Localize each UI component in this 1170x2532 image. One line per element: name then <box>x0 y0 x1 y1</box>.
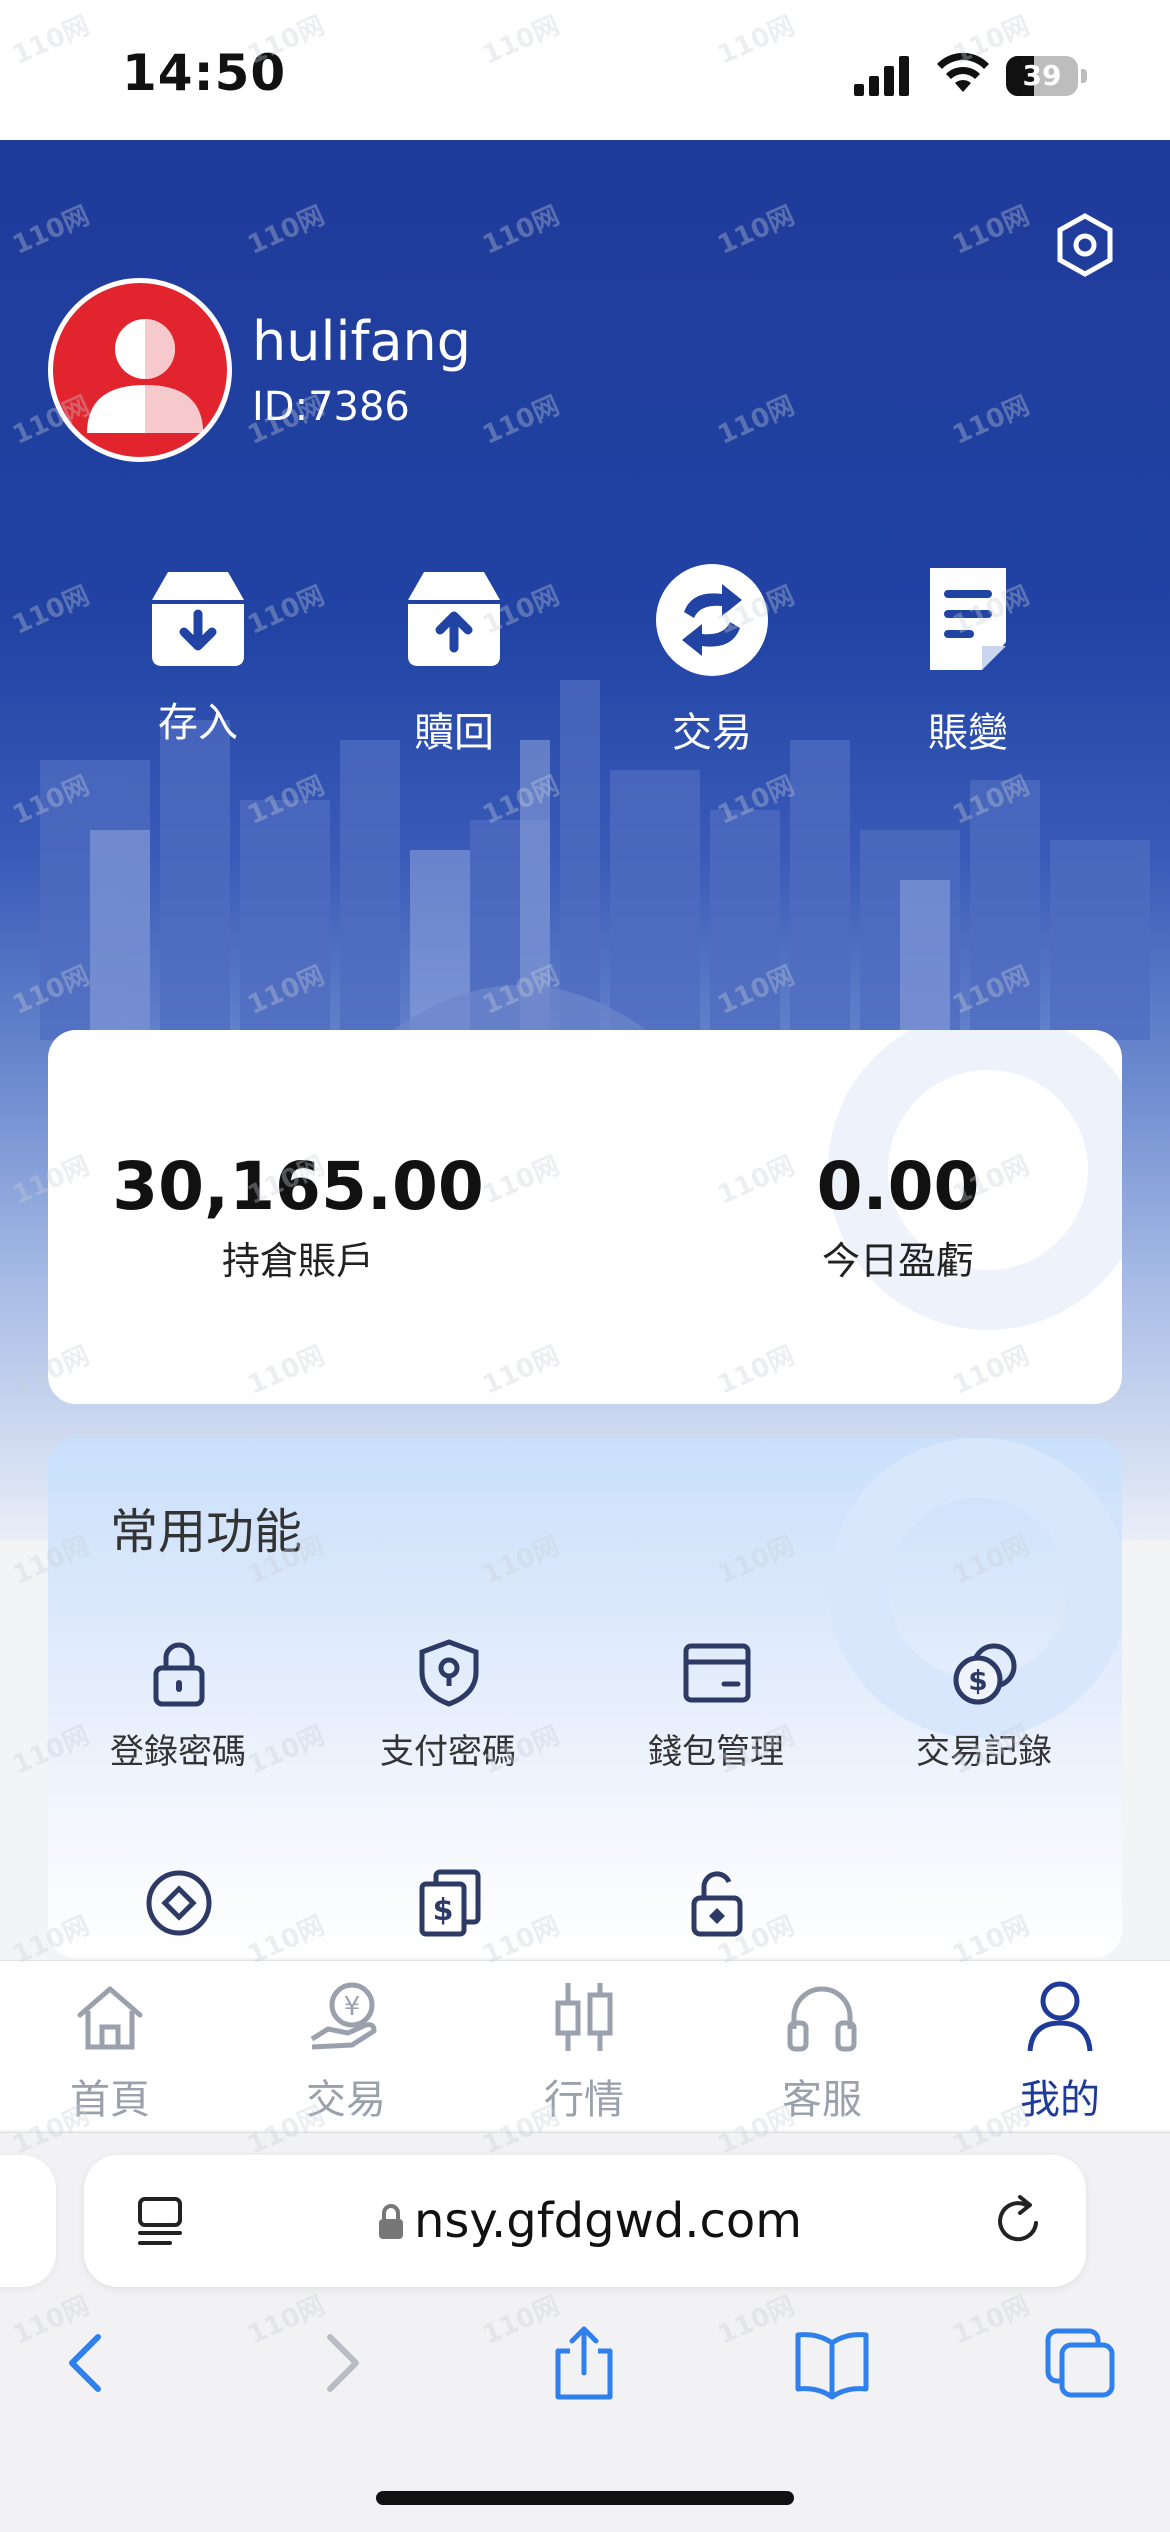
bottom-tab-bar: 首頁 ¥ 交易 行情 客服 我的 <box>0 1960 1170 2130</box>
browser-toolbar: nsy.gfdgwd.com <box>0 2132 1170 2532</box>
svg-text:$: $ <box>968 1664 987 1697</box>
document-icon <box>930 568 1006 670</box>
candlestick-icon <box>555 1983 613 2051</box>
address-bar[interactable]: nsy.gfdgwd.com <box>84 2155 1086 2287</box>
trade-records-button[interactable]: $ 交易記錄 <box>854 1638 1114 1798</box>
tab-trade[interactable]: ¥ 交易 <box>246 1979 446 2129</box>
username: hulifang <box>252 310 472 373</box>
svg-text:$: $ <box>433 1893 454 1928</box>
login-password-button[interactable]: 登錄密碼 <box>48 1638 308 1798</box>
reload-icon[interactable] <box>990 2193 1046 2249</box>
headset-icon <box>787 1986 857 2052</box>
withdraw-tray-icon <box>408 572 500 666</box>
section-title: 常用功能 <box>110 1504 303 1560</box>
user-silhouette-icon <box>87 319 203 433</box>
tab-label: 客服 <box>782 2077 862 2123</box>
lock-icon <box>379 2204 403 2239</box>
url-text: nsy.gfdgwd.com <box>414 2193 803 2249</box>
home-icon <box>77 1986 143 2050</box>
quick-action-label: 交易 <box>672 710 752 756</box>
quick-action-label: 贖回 <box>414 710 494 756</box>
quick-action-ledger[interactable]: 賬變 <box>878 560 1058 760</box>
forward-icon[interactable] <box>300 2323 380 2403</box>
today-pnl-label: 今日盈虧 <box>821 1239 974 1283</box>
user-id: ID:7386 <box>252 384 410 430</box>
quick-action-label: 賬變 <box>928 710 1008 756</box>
tab-mine[interactable]: 我的 <box>960 1979 1160 2129</box>
common-functions-card: 常用功能 登錄密碼 支付密碼 錢包管理 $ 交易記錄 $ <box>48 1438 1122 1958</box>
coins-icon: $ <box>953 1643 1017 1705</box>
previous-tab-peek[interactable] <box>0 2155 56 2287</box>
home-indicator[interactable] <box>376 2491 794 2505</box>
settings-hexagon-icon[interactable] <box>1052 212 1118 278</box>
quick-action-withdraw[interactable]: 贖回 <box>364 560 544 760</box>
quick-action-deposit[interactable]: 存入 <box>108 560 288 760</box>
bookmarks-icon[interactable] <box>792 2323 872 2403</box>
wallet-management-button[interactable]: 錢包管理 <box>586 1638 846 1798</box>
battery-percent: 39 <box>1022 59 1062 92</box>
svg-text:¥: ¥ <box>344 1992 361 2022</box>
lock-icon <box>153 1642 205 1707</box>
tab-label: 我的 <box>1020 2077 1100 2123</box>
back-icon[interactable] <box>48 2323 128 2403</box>
tab-support[interactable]: 客服 <box>722 1979 922 2129</box>
function-label: 登錄密碼 <box>110 1732 246 1772</box>
status-bar: 14:50 39 <box>0 0 1170 140</box>
tab-label: 交易 <box>306 2077 386 2123</box>
tab-label: 首頁 <box>70 2077 150 2123</box>
quick-action-trade[interactable]: 交易 <box>622 560 802 760</box>
today-pnl-value: 0.00 <box>816 1148 980 1225</box>
share-icon[interactable] <box>544 2323 624 2403</box>
bill-stack-icon: $ <box>419 1869 481 1937</box>
hand-coin-icon: ¥ <box>310 1982 377 2050</box>
deposit-tray-icon <box>152 572 244 666</box>
wallet-card-icon <box>683 1643 751 1703</box>
shield-icon <box>419 1639 479 1707</box>
unlock-icon <box>691 1871 743 1937</box>
function-button[interactable] <box>586 1868 846 1958</box>
status-time: 14:50 <box>122 44 287 102</box>
page-menu-icon[interactable] <box>134 2195 186 2247</box>
payment-password-button[interactable]: 支付密碼 <box>318 1638 578 1798</box>
position-account-value: 30,165.00 <box>112 1148 484 1225</box>
tab-market[interactable]: 行情 <box>484 1979 684 2129</box>
position-account-label: 持倉賬戶 <box>221 1239 374 1283</box>
wifi-icon <box>937 52 989 92</box>
quick-action-label: 存入 <box>158 700 238 746</box>
cellular-signal-icon <box>854 56 909 96</box>
diamond-circle-icon <box>146 1870 212 1936</box>
function-button[interactable]: $ <box>318 1868 578 1958</box>
battery-icon: 39 <box>1006 56 1088 96</box>
balance-card: 30,165.00 持倉賬戶 0.00 今日盈虧 <box>48 1030 1122 1404</box>
function-label: 支付密碼 <box>380 1732 516 1772</box>
function-label: 交易記錄 <box>916 1732 1052 1772</box>
tab-label: 行情 <box>544 2077 624 2123</box>
function-label: 錢包管理 <box>648 1732 784 1772</box>
function-button[interactable] <box>48 1868 308 1958</box>
avatar[interactable] <box>48 278 232 462</box>
exchange-arrows-icon <box>656 564 768 676</box>
tab-home[interactable]: 首頁 <box>10 1979 210 2129</box>
tabs-overview-icon[interactable] <box>1040 2323 1120 2403</box>
person-icon <box>1027 1981 1093 2052</box>
